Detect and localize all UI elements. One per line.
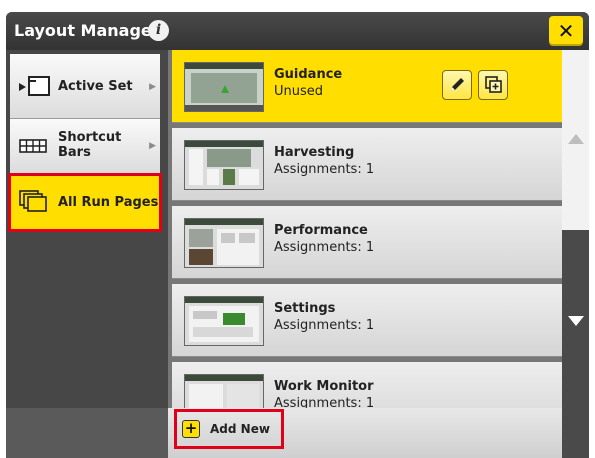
add-plus-icon: + xyxy=(182,420,200,438)
sidebar-item-all-run-pages[interactable]: All Run Pages xyxy=(8,173,162,232)
copy-button[interactable] xyxy=(478,70,508,100)
page-thumbnail-image xyxy=(185,63,263,111)
add-new-label: Add New xyxy=(210,422,270,436)
sidebar-item-active-set[interactable]: Active Set ▶ xyxy=(10,54,160,119)
sidebar-item-label: All Run Pages xyxy=(58,195,159,210)
info-icon[interactable]: i xyxy=(148,20,169,41)
page-thumbnail-image xyxy=(185,375,263,408)
layout-manager-window: Layout Manager i ✕ Active Set ▶ Shortcut… xyxy=(6,12,589,458)
edit-button[interactable] xyxy=(442,70,472,100)
close-button[interactable]: ✕ xyxy=(549,16,583,46)
chevron-right-icon: ▶ xyxy=(149,141,156,151)
sidebar: Active Set ▶ Shortcut Bars ▶ All Run Pag… xyxy=(6,50,168,458)
window-title: Layout Manager xyxy=(14,21,160,40)
run-page-status: Assignments: 1 xyxy=(274,396,375,408)
list-item[interactable]: Settings Assignments: 1 xyxy=(172,284,562,357)
list-item[interactable]: Performance Assignments: 1 xyxy=(172,206,562,279)
run-page-name: Performance xyxy=(274,223,368,238)
scroll-up-arrow-icon[interactable] xyxy=(568,134,584,144)
footer-bar: + Add New xyxy=(168,408,562,458)
run-page-list: Guidance Unused Harvesting Assignments: … xyxy=(168,50,562,408)
page-thumbnail xyxy=(184,62,264,112)
sidebar-item-shortcut-bars[interactable]: Shortcut Bars ▶ xyxy=(10,119,160,174)
active-set-icon xyxy=(19,76,50,96)
run-pages-icon xyxy=(19,190,47,212)
shortcut-bars-icon xyxy=(19,139,47,153)
page-thumbnail xyxy=(184,218,264,268)
run-page-name: Guidance xyxy=(274,67,343,82)
run-page-name: Work Monitor xyxy=(274,379,374,394)
list-item[interactable]: Guidance Unused xyxy=(172,50,562,123)
scrollbar[interactable] xyxy=(562,50,589,458)
pencil-icon xyxy=(451,78,464,91)
scroll-down-arrow-icon[interactable] xyxy=(568,316,584,326)
footer-left-panel xyxy=(6,408,168,458)
page-thumbnail-image xyxy=(185,219,263,265)
scrollbar-thumb[interactable] xyxy=(562,50,589,230)
run-page-status: Unused xyxy=(274,84,324,99)
chevron-right-icon: ▶ xyxy=(149,82,156,92)
page-thumbnail xyxy=(184,296,264,346)
sidebar-item-label: Active Set xyxy=(58,79,133,94)
page-thumbnail-image xyxy=(185,141,263,185)
run-page-status: Assignments: 1 xyxy=(274,240,375,255)
page-thumbnail xyxy=(184,140,264,190)
page-thumbnail-image xyxy=(185,297,263,342)
list-item[interactable]: Work Monitor Assignments: 1 xyxy=(172,362,562,408)
run-page-name: Settings xyxy=(274,301,336,316)
add-new-button[interactable]: + Add New xyxy=(174,409,284,449)
run-page-status: Assignments: 1 xyxy=(274,162,375,177)
sidebar-item-label: Shortcut Bars xyxy=(58,130,122,160)
run-page-status: Assignments: 1 xyxy=(274,318,375,333)
page-thumbnail xyxy=(184,374,264,408)
copy-plus-icon xyxy=(485,76,502,93)
run-page-name: Harvesting xyxy=(274,145,355,160)
list-item[interactable]: Harvesting Assignments: 1 xyxy=(172,128,562,201)
title-bar: Layout Manager i ✕ xyxy=(6,12,589,50)
